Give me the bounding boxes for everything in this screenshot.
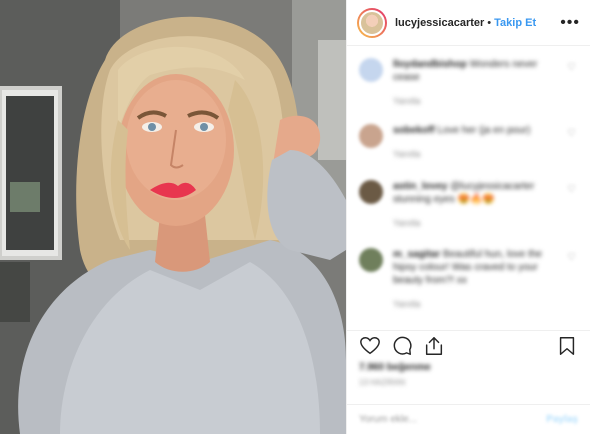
comment-heart-icon[interactable]: ♡ bbox=[567, 184, 576, 195]
comment-avatar[interactable] bbox=[359, 248, 383, 272]
comment-heart-icon[interactable]: ♡ bbox=[567, 62, 576, 73]
reply-link[interactable]: Yanıtla bbox=[393, 96, 420, 106]
avatar-image bbox=[359, 9, 385, 36]
separator-dot: • bbox=[487, 16, 492, 29]
post-side-panel: lucyjessicacarter • Takip Et ••• lloydan… bbox=[346, 0, 590, 434]
selfie-illustration bbox=[0, 0, 346, 434]
comment-icon[interactable] bbox=[391, 335, 413, 357]
post-comment-button[interactable]: Paylaş bbox=[546, 414, 578, 425]
bookmark-icon[interactable] bbox=[556, 335, 578, 357]
comment-avatar[interactable] bbox=[359, 180, 383, 204]
comment-text: astin_lovey @lucyjessicacarter stunning … bbox=[393, 180, 558, 206]
reply-link[interactable]: Yanıtla bbox=[393, 299, 420, 309]
follow-button[interactable]: Takip Et bbox=[494, 17, 536, 29]
comment-text: m_sagitar Beautiful hun, love the hipsy … bbox=[393, 248, 558, 287]
comment-heart-icon[interactable]: ♡ bbox=[567, 252, 576, 263]
post-header: lucyjessicacarter • Takip Et ••• bbox=[347, 0, 590, 46]
comment-heart-icon[interactable]: ♡ bbox=[567, 128, 576, 139]
post-date[interactable]: 13 Haziran bbox=[359, 378, 405, 387]
comment-avatar[interactable] bbox=[359, 58, 383, 82]
comment-username[interactable]: astin_lovey bbox=[393, 181, 447, 192]
more-options-icon[interactable]: ••• bbox=[560, 14, 580, 32]
heart-icon[interactable] bbox=[359, 335, 381, 357]
post-actions-bar bbox=[347, 330, 590, 360]
post-photo[interactable] bbox=[0, 0, 346, 434]
comment-username[interactable]: sobekoff bbox=[393, 125, 435, 136]
reply-link[interactable]: Yanıtla bbox=[393, 218, 420, 228]
add-comment-bar: Paylaş bbox=[347, 404, 590, 434]
avatar[interactable] bbox=[357, 7, 387, 38]
comments-list[interactable]: lloydandbishop Wonders never cease Yanıt… bbox=[347, 46, 590, 328]
username-link[interactable]: lucyjessicacarter bbox=[395, 17, 484, 29]
share-icon[interactable] bbox=[423, 335, 445, 357]
comment-text: sobekoff Love her (ja en pour) bbox=[393, 124, 558, 137]
comment-username[interactable]: m_sagitar bbox=[393, 249, 440, 260]
comment-content: Love her (ja en pour) bbox=[437, 125, 531, 136]
reply-link[interactable]: Yanıtla bbox=[393, 149, 420, 159]
comment-text: lloydandbishop Wonders never cease bbox=[393, 58, 558, 84]
comment-username[interactable]: lloydandbishop bbox=[393, 59, 467, 70]
comment-input[interactable] bbox=[359, 414, 547, 425]
comment-avatar[interactable] bbox=[359, 124, 383, 148]
likes-count[interactable]: 7.960 beğenme bbox=[359, 362, 431, 373]
